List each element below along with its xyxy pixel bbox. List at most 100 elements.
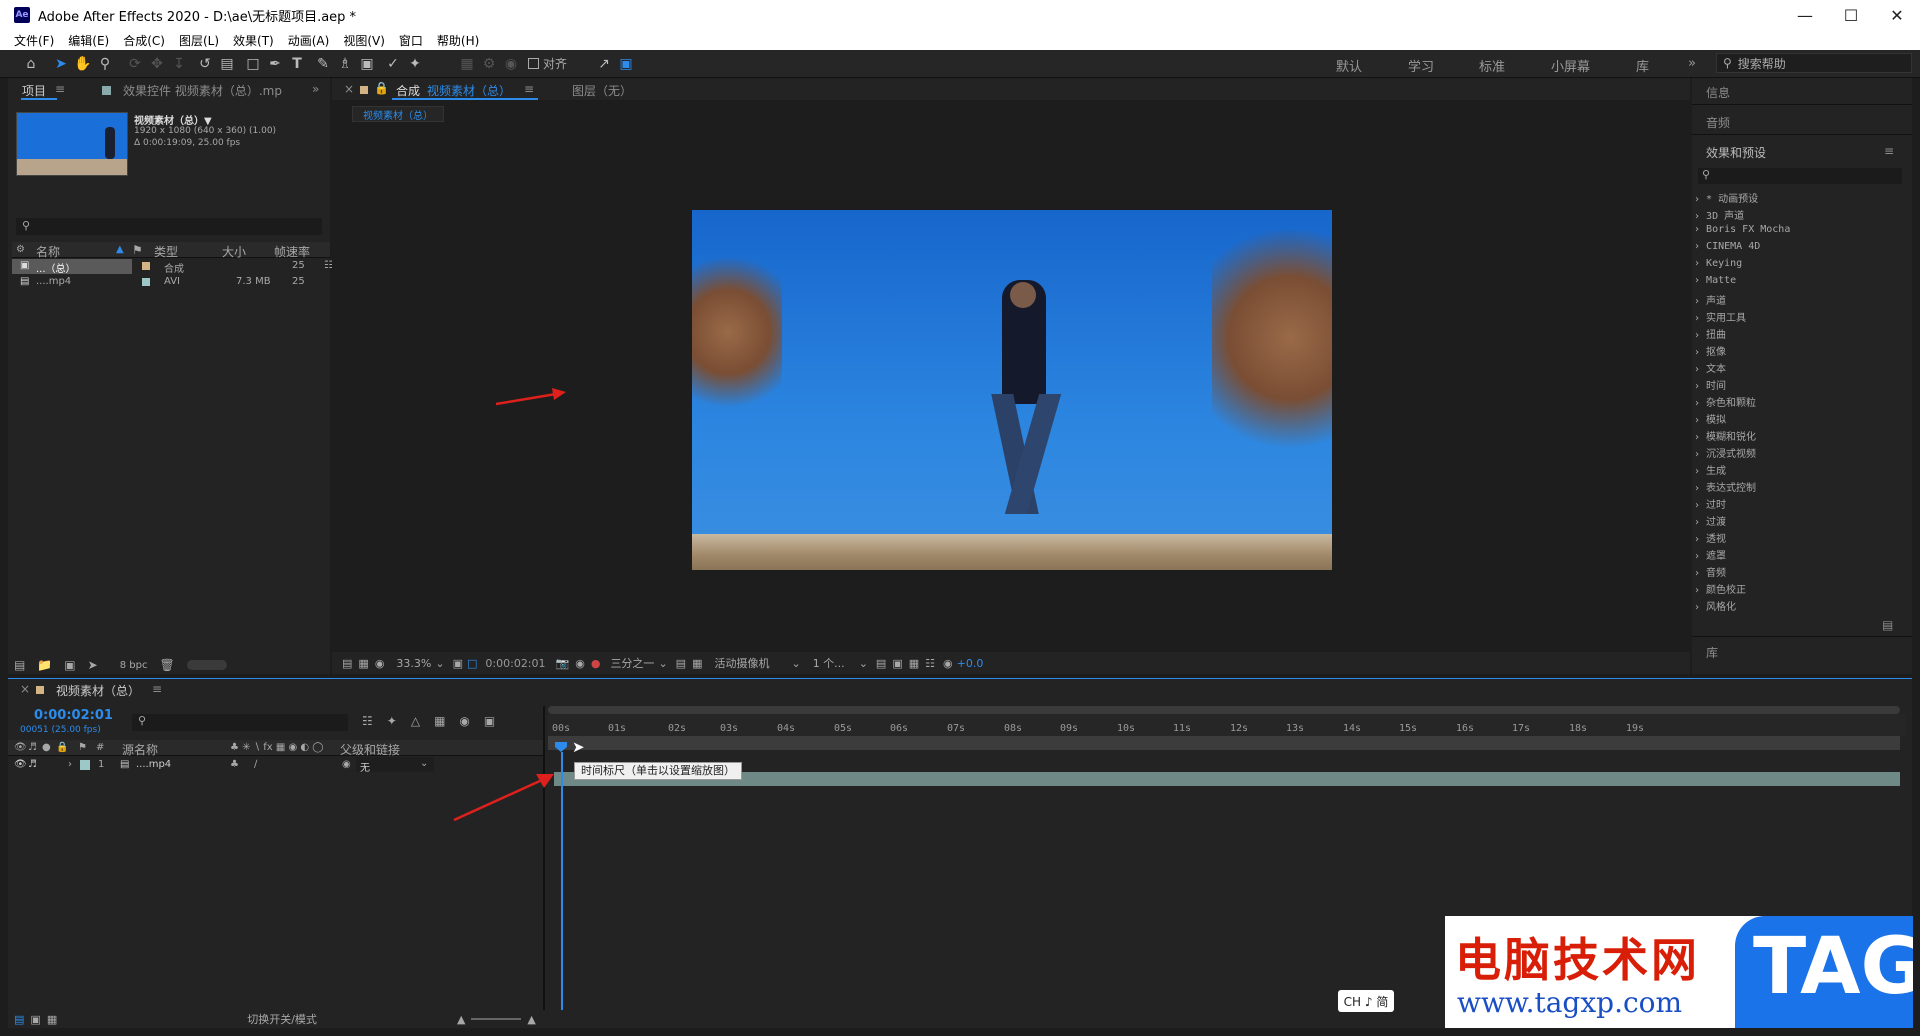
pick-whip-icon[interactable]: ◉: [342, 759, 351, 770]
views-value[interactable]: 1 个...: [813, 655, 845, 671]
effect-category[interactable]: › 扭曲: [1694, 326, 1904, 343]
lock-icon[interactable]: 🔒: [374, 81, 389, 95]
anchor-tool-icon[interactable]: ▤: [216, 53, 238, 75]
panel-menu-icon[interactable]: ≡: [524, 82, 534, 96]
effect-category[interactable]: › 过时: [1694, 496, 1904, 513]
layer-tab[interactable]: 图层（无）: [572, 82, 632, 99]
exposure-value[interactable]: +0.0: [957, 657, 984, 670]
local-axis-icon[interactable]: ▦: [456, 53, 478, 75]
frame-blend-icon[interactable]: ▦: [434, 714, 445, 728]
effects-search-input[interactable]: ⚲: [1698, 168, 1902, 184]
timeline-tab-name[interactable]: 视频素材（总）: [56, 682, 140, 699]
text-tool-icon[interactable]: T: [286, 53, 308, 75]
exposure-icon[interactable]: ◉: [943, 657, 953, 670]
rectangle-tool-icon[interactable]: □: [242, 53, 264, 75]
effect-category[interactable]: › 生成: [1694, 462, 1904, 479]
effect-category[interactable]: › Keying: [1694, 258, 1904, 275]
effect-category[interactable]: › CINEMA 4D: [1694, 241, 1904, 258]
col-name[interactable]: 名称: [36, 243, 60, 260]
layer-bar[interactable]: [554, 772, 1900, 786]
pan-camera-icon[interactable]: ✥: [146, 53, 168, 75]
zoom-value[interactable]: 33.3%: [396, 657, 431, 670]
hand-tool-icon[interactable]: ✋: [72, 53, 94, 75]
effect-category[interactable]: › 风格化: [1694, 598, 1904, 615]
roto-brush-icon[interactable]: ✓: [382, 53, 404, 75]
zoom-slider[interactable]: [471, 1018, 522, 1020]
workspace-small-screen[interactable]: 小屏幕: [1551, 56, 1590, 75]
menu-effect[interactable]: 效果(T): [233, 32, 274, 49]
effect-category[interactable]: › 过渡: [1694, 513, 1904, 530]
zoom-out-icon[interactable]: ▲: [457, 1013, 465, 1026]
info-panel-title[interactable]: 信息: [1706, 84, 1730, 101]
effect-category[interactable]: › 透视: [1694, 530, 1904, 547]
more-workspaces-icon[interactable]: »: [1688, 56, 1696, 71]
table-row[interactable]: ▤ ....mp4 AVI 7.3 MB 25: [12, 275, 330, 290]
layer-switches-icon[interactable]: ▤: [14, 1013, 24, 1026]
tab-project[interactable]: 项目: [22, 82, 46, 99]
viewer-timecode[interactable]: 0:00:02:01: [485, 657, 545, 670]
current-time-indicator[interactable]: [561, 752, 563, 1012]
effect-category[interactable]: › 时间: [1694, 377, 1904, 394]
zoom-tool-icon[interactable]: ⚲: [94, 53, 116, 75]
toggle-switches-modes[interactable]: 切换开关/模式: [247, 1011, 317, 1027]
menu-view[interactable]: 视图(V): [343, 32, 385, 49]
panel-menu-icon[interactable]: ≡: [152, 682, 162, 696]
visibility-icon[interactable]: 👁: [14, 759, 27, 770]
library-panel-title[interactable]: 库: [1706, 644, 1718, 661]
puppet-tool-icon[interactable]: ✦: [404, 53, 426, 75]
world-axis-icon[interactable]: ⚙: [478, 53, 500, 75]
view-axis-icon[interactable]: ◉: [500, 53, 522, 75]
menu-edit[interactable]: 编辑(E): [68, 32, 109, 49]
work-area-bar[interactable]: [548, 706, 1900, 714]
effect-category[interactable]: › 沉浸式视频: [1694, 445, 1904, 462]
comp-breadcrumb[interactable]: 视频素材（总）: [352, 106, 444, 122]
layer-label-color[interactable]: [80, 760, 90, 770]
comp-tab-name[interactable]: 视频素材（总）: [427, 82, 511, 99]
quality-switch-icon[interactable]: ∕: [254, 759, 257, 770]
effect-category[interactable]: › 实用工具: [1694, 309, 1904, 326]
comp-tab-prefix[interactable]: 合成: [396, 82, 420, 99]
home-icon[interactable]: ⌂: [20, 53, 42, 75]
in-out-icon[interactable]: ▦: [47, 1013, 57, 1026]
effect-category[interactable]: › 杂色和颗粒: [1694, 394, 1904, 411]
maximize-button[interactable]: ☐: [1828, 0, 1874, 30]
snap-target-icon[interactable]: ▣: [615, 53, 637, 75]
expand-tabs-icon[interactable]: »: [312, 82, 319, 96]
safe-zones-icon[interactable]: □: [467, 657, 477, 670]
resolution-value[interactable]: 三分之一: [610, 655, 654, 671]
bpc-label[interactable]: 8 bpc: [120, 660, 148, 671]
camera-icon[interactable]: 📷: [556, 657, 570, 670]
effect-category[interactable]: › 表达式控制: [1694, 479, 1904, 496]
effect-category[interactable]: › 声道: [1694, 292, 1904, 309]
close-tab-icon[interactable]: ×: [20, 682, 30, 696]
orbit-camera-icon[interactable]: ⟳: [124, 53, 146, 75]
new-folder-icon[interactable]: 📁: [37, 658, 52, 672]
col-type[interactable]: 类型: [154, 243, 178, 260]
menu-animation[interactable]: 动画(A): [288, 32, 330, 49]
transparency-grid-icon[interactable]: ▦: [692, 657, 702, 670]
snap-icon[interactable]: ↗: [593, 53, 615, 75]
eraser-tool-icon[interactable]: ▣: [356, 53, 378, 75]
render-queue-icon[interactable]: ➤: [88, 658, 98, 672]
effect-category[interactable]: › 遮罩: [1694, 547, 1904, 564]
reset-exposure-icon[interactable]: ▤: [876, 657, 886, 670]
effect-category[interactable]: › 3D 声道: [1694, 207, 1904, 224]
stamp-tool-icon[interactable]: ♗: [334, 53, 356, 75]
effect-category[interactable]: › Matte: [1694, 275, 1904, 292]
effect-category[interactable]: › 音频: [1694, 564, 1904, 581]
region-icon[interactable]: ▤: [676, 657, 686, 670]
audio-icon[interactable]: ♬: [28, 759, 37, 770]
effect-category[interactable]: › Boris FX Mocha: [1694, 224, 1904, 241]
brush-tool-icon[interactable]: ✎: [312, 53, 334, 75]
menu-help[interactable]: 帮助(H): [437, 32, 479, 49]
comp-flowchart-icon[interactable]: ☷: [362, 714, 373, 728]
align-toggle[interactable]: 对齐: [528, 55, 567, 72]
chevron-down-icon[interactable]: ⌄: [435, 657, 444, 670]
pen-tool-icon[interactable]: ✒: [264, 53, 286, 75]
new-item-icon[interactable]: ▤: [1882, 618, 1893, 632]
effect-category[interactable]: › 颜色校正: [1694, 581, 1904, 598]
thumbnail-slider[interactable]: [186, 660, 227, 670]
panel-menu-icon[interactable]: ≡: [1884, 144, 1894, 158]
menu-window[interactable]: 窗口: [399, 32, 423, 49]
effects-panel-title[interactable]: 效果和预设: [1706, 144, 1766, 161]
